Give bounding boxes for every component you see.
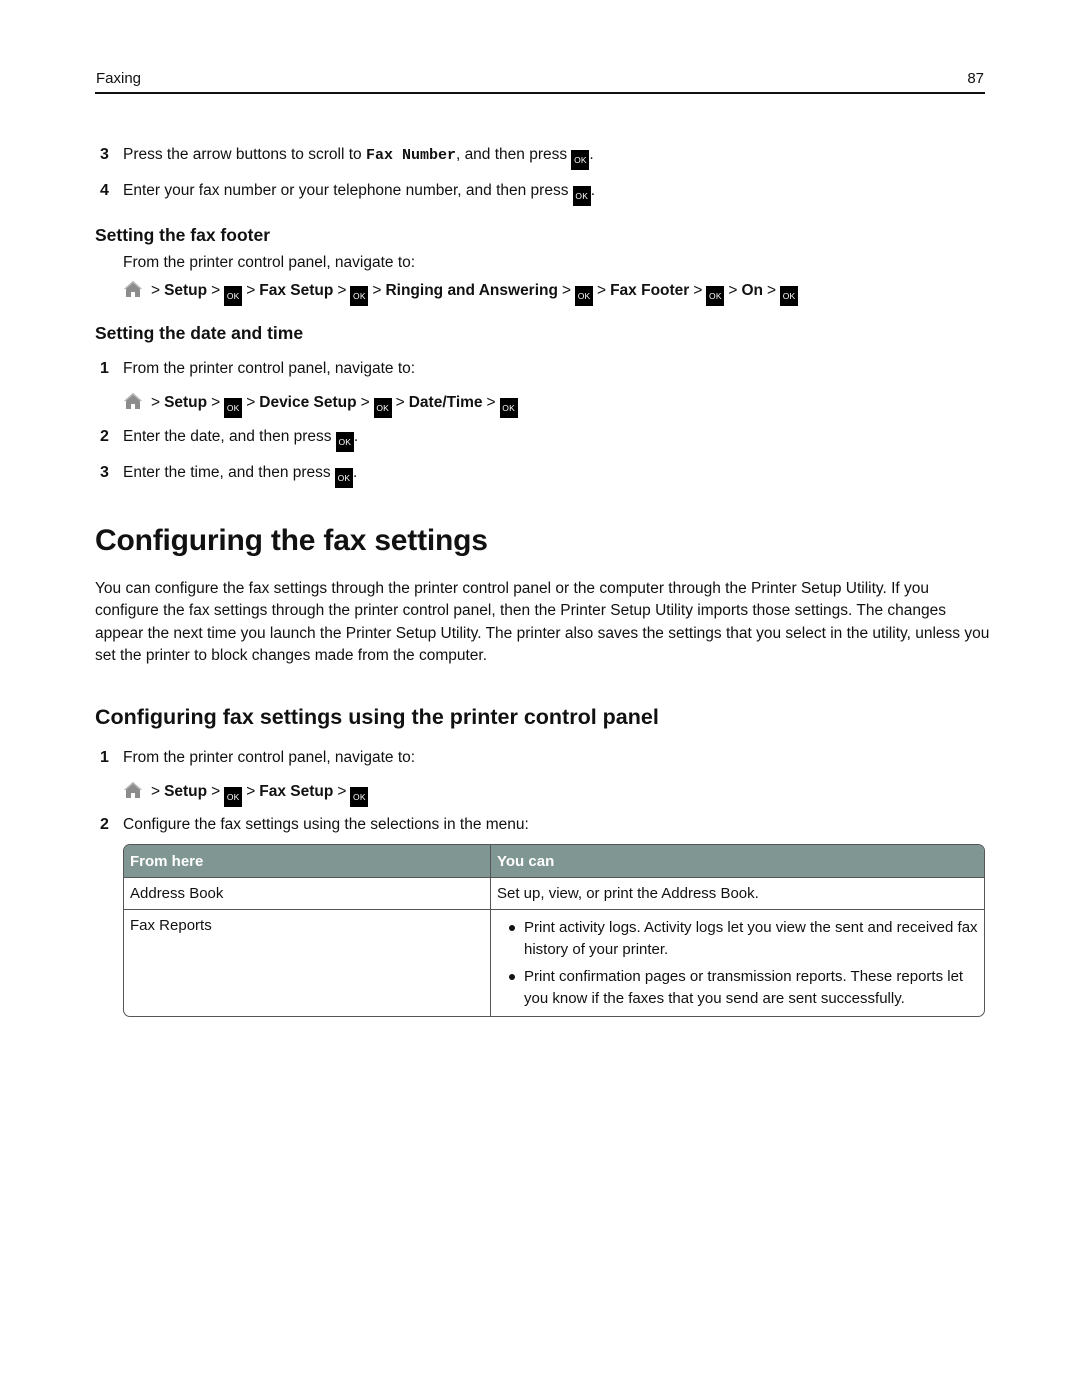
ok-button-icon: OK [224,398,243,418]
nav-step: Ringing and Answering [385,282,558,299]
configuring-heading: Configuring the fax settings [95,524,488,557]
nav-step: Setup [164,394,208,411]
date-time-step-3: 3 Enter the time, and then press OK. [100,463,357,488]
date-time-nav-path: > Setup > OK > Device Setup > OK > Date/Time > OK [123,392,518,418]
section-title: Faxing [96,70,142,87]
table-row: Address Book Set up, view, or print the … [124,877,984,909]
step-text: From the printer control panel, navigate… [123,360,416,377]
date-time-step-2: 2 Enter the date, and then press OK. [100,427,358,452]
control-panel-nav-path: > Setup > OK > Fax Setup > OK [123,781,369,807]
step-text: Enter the time, and then press [123,464,335,481]
control-panel-step-1: 1 From the printer control panel, navigat… [100,748,415,768]
step-text: , and then press [455,146,572,163]
nav-step: Setup [164,282,208,299]
home-icon [124,281,142,297]
ok-button-icon: OK [334,468,353,488]
nav-step: Setup [164,783,208,800]
table-header: From here You can [124,845,984,877]
control-panel-step-2: 2 Configure the fax settings using the se… [100,815,529,835]
table-cell-from: Address Book [124,878,491,909]
ok-button-icon: OK [224,787,243,807]
nav-step: Fax Setup [259,783,334,800]
step-text: Enter the date, and then press [123,428,336,445]
step-number: 1 [100,360,109,377]
step-text: From the printer control panel, navigate… [123,749,416,766]
menu-item-code: Fax Number [365,147,456,164]
table-cell-from: Fax Reports [124,910,491,1016]
ok-button-icon: OK [335,432,354,452]
nav-step: Date/Time [408,394,483,411]
step-number: 4 [100,182,109,199]
ok-button-icon: OK [350,286,369,306]
table-cell-you-can: Set up, view, or print the Address Book. [497,885,759,902]
step-number: 2 [100,816,109,833]
column-header-you-can: You can [497,853,555,870]
step-number: 3 [100,146,109,163]
fax-footer-instruction: From the printer control panel, navigate… [123,254,416,271]
step-4-enter-number: 4 Enter your fax number or your telephone… [100,181,595,206]
ok-button-icon: OK [571,150,590,170]
home-icon [124,393,142,409]
period: . [352,464,358,481]
ok-button-icon: OK [572,186,591,206]
table-row: Fax Reports Print activity logs. Activit… [124,909,984,1016]
date-time-heading: Setting the date and time [95,323,304,343]
nav-step: On [741,282,763,299]
date-time-step-1: 1 From the printer control panel, navigat… [100,359,415,379]
nav-step: Device Setup [259,394,357,411]
configuring-paragraph: You can configure the fax settings throu… [95,580,990,665]
ok-button-icon: OK [373,398,392,418]
nav-step: Fax Footer [610,282,690,299]
period: . [589,146,594,163]
fax-footer-nav-path: > Setup > OK > Fax Setup > OK > Ringing and Answe… [123,280,799,306]
step-text: Enter your fax number or your telephone … [123,182,573,199]
nav-step: Fax Setup [259,282,334,299]
period: . [590,182,596,199]
ok-button-icon: OK [706,286,725,306]
step-number: 2 [100,428,109,445]
table-cell-you-can: Print activity logs. Activity logs let y… [491,910,984,1016]
ok-button-icon: OK [350,787,369,807]
bullet-list: Print activity logs. Activity logs let y… [497,917,978,1009]
step-number: 3 [100,464,109,481]
ok-button-icon: OK [575,286,594,306]
page-header: Faxing 87 [95,70,985,94]
ok-button-icon: OK [224,286,243,306]
fax-settings-table: From here You can Address Book Set up, v… [123,844,985,1017]
bullet-item: Print confirmation pages or transmission… [497,966,978,1009]
bullet-item: Print activity logs. Activity logs let y… [497,917,978,960]
step-number: 1 [100,749,109,766]
period: . [353,428,359,445]
page-number: 87 [967,70,984,87]
control-panel-heading: Configuring fax settings using the print… [95,705,659,729]
column-header-from-here: From here [124,845,491,877]
ok-button-icon: OK [499,398,518,418]
step-text: Configure the fax settings using the sel… [123,816,529,833]
home-icon [124,782,142,798]
step-3-scroll: 3 Press the arrow buttons to scroll to Fa… [100,145,594,170]
step-text: Press the arrow buttons to scroll to [123,146,366,163]
fax-footer-heading: Setting the fax footer [95,225,271,245]
ok-button-icon: OK [780,286,799,306]
